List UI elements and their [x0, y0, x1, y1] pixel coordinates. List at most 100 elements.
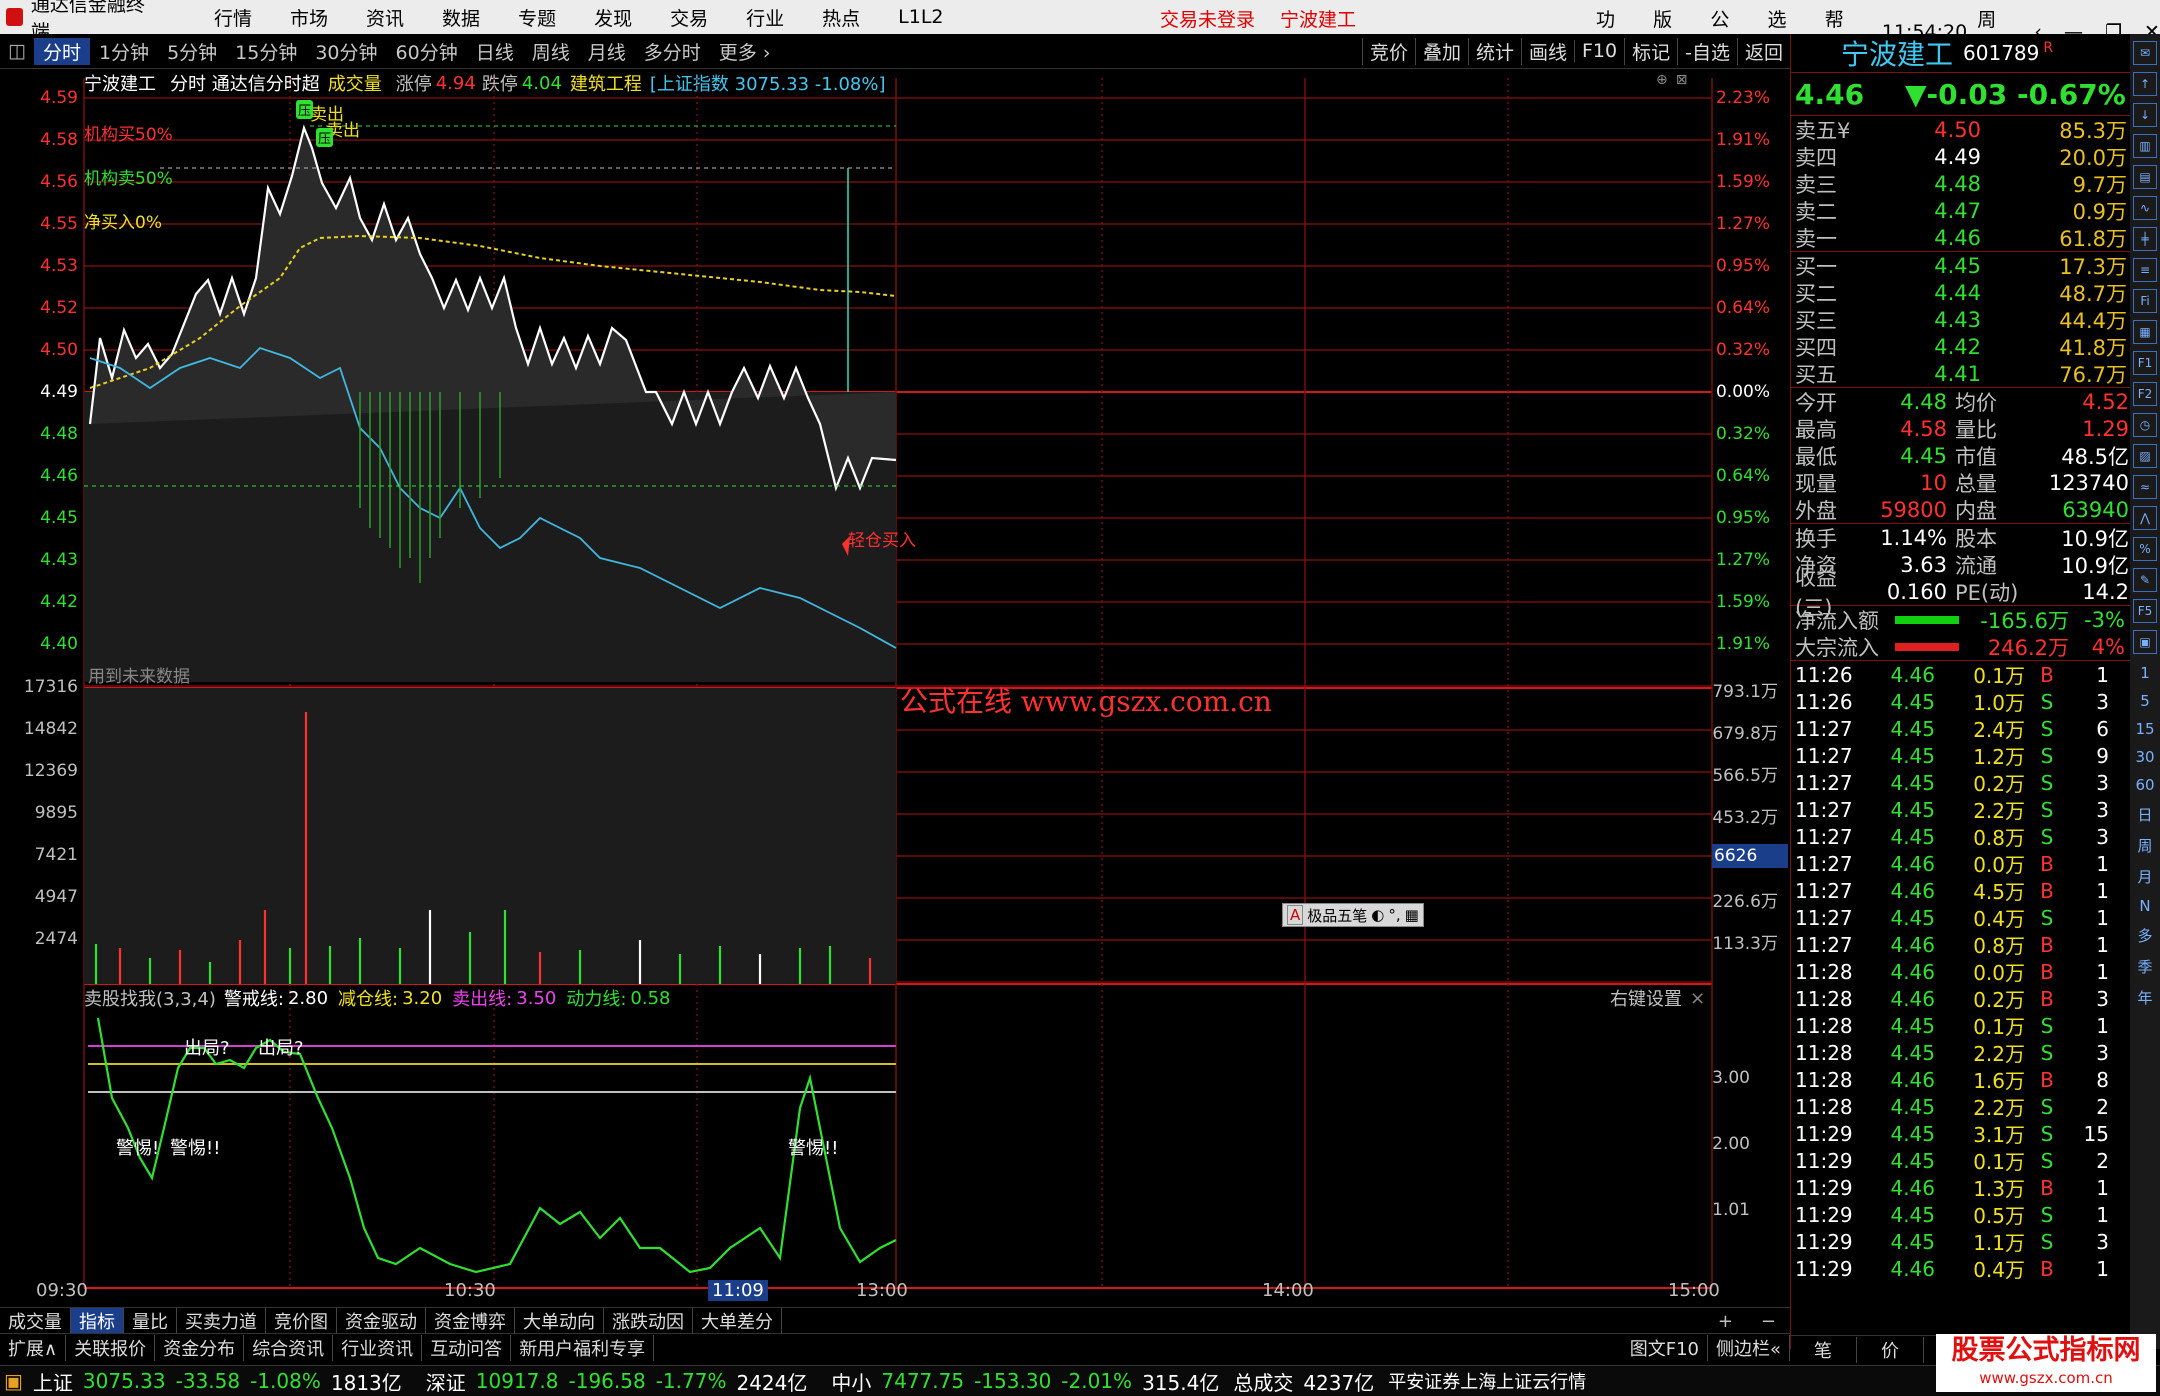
ask-row[interactable]: 卖二 4.47 0.9万: [1795, 197, 2131, 224]
layout-icon[interactable]: ▣: [2133, 630, 2157, 654]
bid-row[interactable]: 买一 4.45 17.3万: [1795, 252, 2131, 279]
sidebar-tab[interactable]: 侧边栏«: [1708, 1335, 1790, 1361]
indicator-tab[interactable]: 指标: [71, 1308, 124, 1334]
sz-label[interactable]: 深证: [426, 1367, 466, 1396]
f2-icon[interactable]: F2: [2133, 382, 2157, 406]
panel-toggle-icon[interactable]: ◫: [0, 40, 34, 62]
wave-icon[interactable]: ≈: [2133, 475, 2157, 499]
period-shortcut[interactable]: N: [2130, 897, 2160, 915]
period-tab[interactable]: 15分钟: [226, 38, 306, 65]
bid-row[interactable]: 买三 4.43 44.4万: [1795, 306, 2131, 333]
clock-icon[interactable]: ◷: [2133, 413, 2157, 437]
status-icon[interactable]: ▣: [4, 1369, 23, 1393]
period-tab[interactable]: 60分钟: [387, 38, 467, 65]
line-icon[interactable]: ∿: [2133, 196, 2157, 220]
tool-button[interactable]: 竞价: [1361, 37, 1415, 65]
pen-icon[interactable]: ✎: [2133, 568, 2157, 592]
period-shortcut[interactable]: 60: [2130, 776, 2160, 794]
menu-item[interactable]: 发现: [594, 4, 632, 31]
period-tab[interactable]: 1分钟: [90, 38, 158, 65]
indicator-tab[interactable]: 竞价图: [266, 1308, 337, 1334]
tool-button[interactable]: 统计: [1467, 37, 1521, 65]
f5-icon[interactable]: F5: [2133, 599, 2157, 623]
candle-icon[interactable]: ╪: [2133, 227, 2157, 251]
indicator-name[interactable]: 卖股找我(3,3,4): [84, 985, 216, 1011]
period-tab-more[interactable]: 更多 ›: [710, 38, 780, 65]
f10-tab[interactable]: 图文F10: [1622, 1335, 1708, 1361]
menu-item[interactable]: 行情: [214, 4, 252, 31]
indicator-tab[interactable]: 成交量: [0, 1308, 71, 1334]
menu-item[interactable]: 热点: [822, 4, 860, 31]
right-click-setting[interactable]: 右键设置: [1610, 985, 1682, 1011]
menu-item[interactable]: 专题: [518, 4, 556, 31]
tool-button[interactable]: 叠加: [1414, 37, 1468, 65]
list-icon[interactable]: ≡: [2133, 258, 2157, 282]
period-tab[interactable]: 5分钟: [158, 38, 226, 65]
sh-label[interactable]: 上证: [33, 1367, 73, 1396]
period-tab[interactable]: 30分钟: [306, 38, 386, 65]
tool-button[interactable]: 画线: [1520, 37, 1574, 65]
period-tab[interactable]: 月线: [579, 38, 635, 65]
tool-button[interactable]: 返回: [1736, 37, 1790, 65]
zigzag-icon[interactable]: ⋀: [2133, 506, 2157, 530]
period-shortcut[interactable]: 月: [2130, 866, 2160, 887]
period-tab[interactable]: 多分时: [635, 38, 710, 65]
ask-row[interactable]: 卖四 4.49 20.0万: [1795, 143, 2131, 170]
arrow-down-icon[interactable]: ↓: [2133, 103, 2157, 127]
minus-icon[interactable]: −: [1747, 1311, 1790, 1332]
ask-row[interactable]: 卖一 4.46 61.8万: [1795, 224, 2131, 251]
tick-tab[interactable]: 笔: [1790, 1337, 1857, 1363]
indicator-tab[interactable]: 资金驱动: [337, 1308, 426, 1334]
indicator-tab[interactable]: 买卖力道: [177, 1308, 266, 1334]
info-tab[interactable]: 互动问答: [422, 1335, 512, 1361]
grid-icon[interactable]: ▦: [2133, 320, 2157, 344]
period-shortcut[interactable]: 30: [2130, 748, 2160, 766]
indicator-tab[interactable]: 量比: [124, 1308, 177, 1334]
ime-widget[interactable]: A 极品五笔 ◐ °, ▦: [1282, 903, 1424, 927]
period-shortcut[interactable]: 季: [2130, 956, 2160, 977]
percent-icon[interactable]: %: [2133, 537, 2157, 561]
indicator-tab[interactable]: 涨跌动因: [604, 1308, 693, 1334]
indicator-tab[interactable]: 大单动向: [515, 1308, 604, 1334]
tool-button[interactable]: 标记: [1624, 37, 1677, 65]
info-tab[interactable]: 新用户福利专享: [511, 1335, 655, 1361]
menu-item[interactable]: 行业: [746, 4, 784, 31]
bid-row[interactable]: 买二 4.44 48.7万: [1795, 279, 2131, 306]
zx-label[interactable]: 中小: [831, 1367, 871, 1396]
bid-row[interactable]: 买四 4.42 41.8万: [1795, 333, 2131, 360]
period-shortcut[interactable]: 5: [2130, 692, 2160, 710]
period-shortcut[interactable]: 多: [2130, 925, 2160, 946]
period-shortcut[interactable]: 周: [2130, 835, 2160, 856]
info-tab[interactable]: 资金分布: [155, 1335, 245, 1361]
period-shortcut[interactable]: 年: [2130, 987, 2160, 1008]
mail-icon[interactable]: ✉: [2133, 41, 2157, 65]
fin-icon[interactable]: Fi: [2133, 289, 2157, 313]
stat-icon[interactable]: ▨: [2133, 444, 2157, 468]
indicator-tab[interactable]: 大单差分: [693, 1308, 782, 1334]
period-tab[interactable]: 周线: [523, 38, 579, 65]
plus-icon[interactable]: +: [1704, 1311, 1747, 1332]
chart-icon[interactable]: ▥: [2133, 134, 2157, 158]
menu-item[interactable]: L1L2: [898, 6, 943, 28]
info-tab[interactable]: 关联报价: [66, 1335, 156, 1361]
price-chart[interactable]: [0, 68, 1790, 1308]
arrow-up-icon[interactable]: ↑: [2133, 72, 2157, 96]
menu-item[interactable]: 数据: [442, 4, 480, 31]
period-tab[interactable]: 分时: [33, 37, 90, 65]
menu-item[interactable]: 交易: [670, 4, 708, 31]
ask-row[interactable]: 卖三 4.48 9.7万: [1795, 170, 2131, 197]
close-icon[interactable]: ×: [1690, 988, 1705, 1009]
tool-button[interactable]: F10: [1574, 40, 1624, 62]
menu-item[interactable]: 市场: [290, 4, 328, 31]
ask-row[interactable]: 卖五¥ 4.50 85.3万: [1795, 116, 2131, 143]
period-shortcut[interactable]: 1: [2130, 664, 2160, 682]
f1-icon[interactable]: F1: [2133, 351, 2157, 375]
period-shortcut[interactable]: 15: [2130, 720, 2160, 738]
period-tab[interactable]: 日线: [467, 38, 523, 65]
tick-list[interactable]: 11:26 4.46 0.1万 B 1 11:26 4.45 1.0万 S 3 11:27 4.45 2…: [1791, 661, 2131, 1283]
tool-button[interactable]: -自选: [1677, 37, 1737, 65]
info-tab[interactable]: 行业资讯: [333, 1335, 423, 1361]
trade-status[interactable]: 交易未登录: [1160, 5, 1255, 32]
bid-row[interactable]: 买五 4.41 76.7万: [1795, 360, 2131, 387]
info-tab[interactable]: 扩展∧: [0, 1335, 67, 1361]
